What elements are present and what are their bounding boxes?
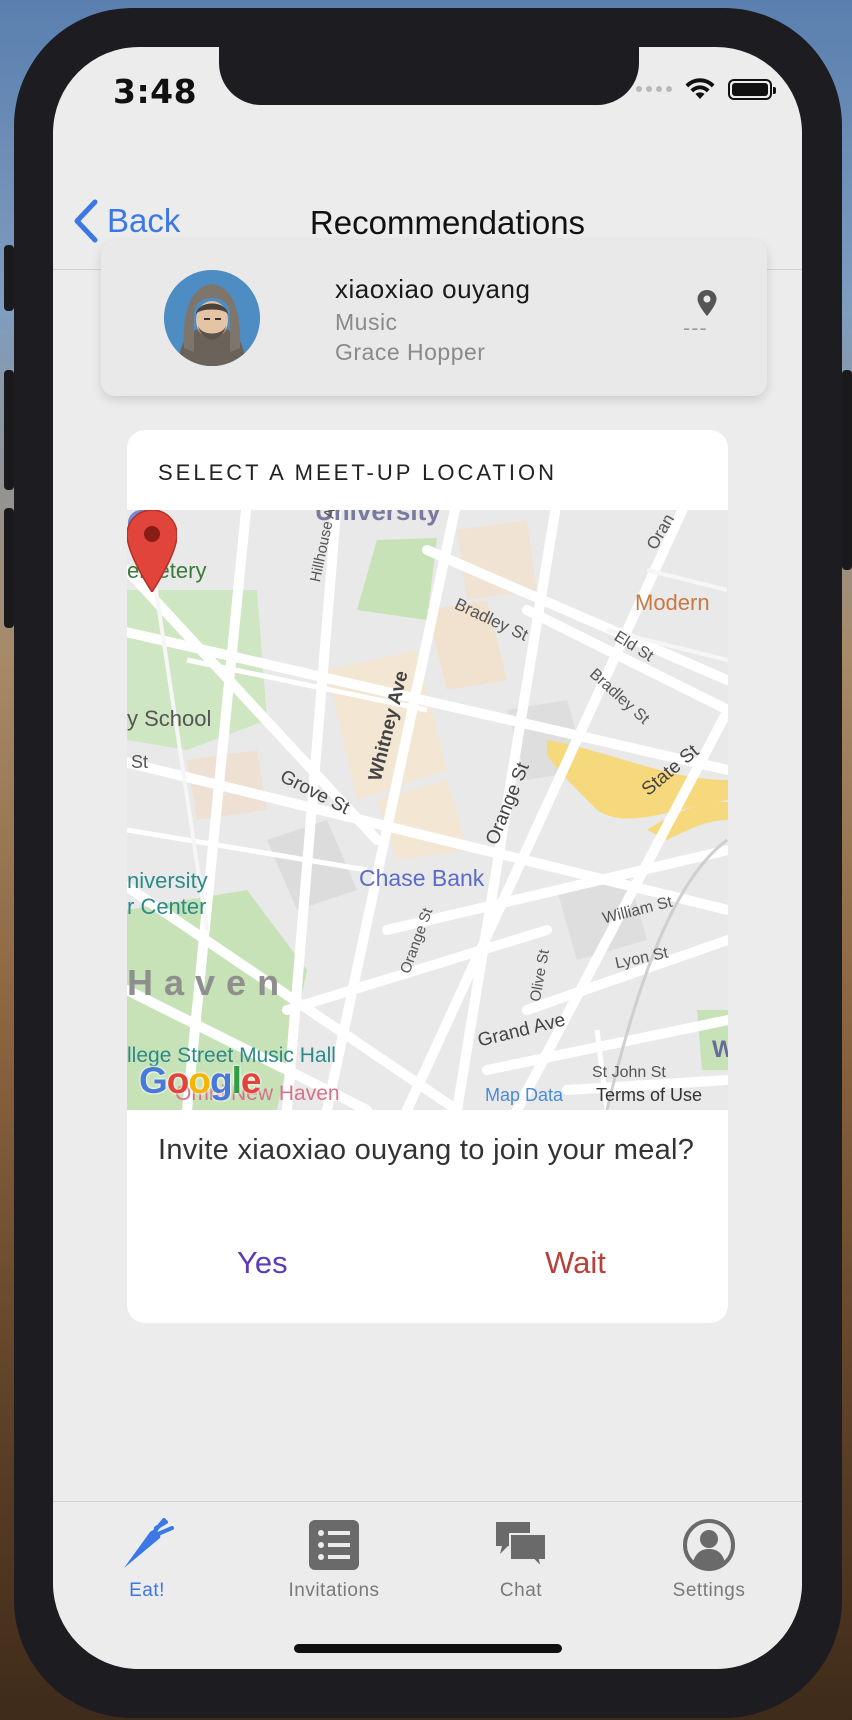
map-label-university-center-1: niversity	[127, 868, 208, 893]
profile-major: Music	[335, 309, 398, 335]
hooded-user-icon	[164, 270, 260, 366]
side-button-power	[842, 370, 852, 570]
invite-prompt: Invite xiaoxiao ouyang to join your meal…	[158, 1134, 695, 1166]
yes-button[interactable]: Yes	[237, 1245, 288, 1281]
side-button-silent	[4, 245, 14, 311]
user-circle-icon	[683, 1519, 735, 1571]
notch	[219, 47, 639, 105]
dialog-title: SELECT A MEET-UP LOCATION	[158, 460, 557, 485]
map-label-chase-bank: Chase Bank	[359, 865, 485, 891]
terms-of-use-link[interactable]: Terms of Use	[596, 1085, 702, 1106]
distance-label: ---	[683, 316, 708, 340]
battery-icon	[728, 78, 776, 100]
map-label-w-right: W	[712, 1036, 728, 1063]
map-label-haven: Haven	[127, 962, 291, 1003]
map-label-st-left: St	[131, 752, 149, 772]
tab-settings-label: Settings	[672, 1580, 746, 1601]
list-icon	[309, 1520, 359, 1570]
carrot-icon	[124, 1518, 174, 1568]
map-label-modern: Modern	[635, 590, 710, 615]
chat-bubbles-icon	[496, 1522, 547, 1572]
tab-chat[interactable]: Chat	[446, 1518, 596, 1602]
profile-school: Grace Hopper	[335, 339, 486, 365]
map-label-st-john-st: St John St	[592, 1064, 666, 1081]
map-label-university-center-2: r Center	[127, 894, 207, 919]
meetup-location-dialog: SELECT A MEET-UP LOCATION University eme…	[127, 430, 728, 1323]
side-button-volume-up	[4, 370, 14, 490]
status-time: 3:48	[113, 72, 198, 111]
tab-invitations[interactable]: Invitations	[259, 1518, 409, 1602]
avatar	[164, 270, 260, 366]
location-pin-icon	[697, 290, 717, 316]
status-icons	[636, 77, 776, 101]
side-button-volume-down	[4, 508, 14, 628]
wait-button[interactable]: Wait	[545, 1245, 606, 1281]
map-view[interactable]: University St emetery Hillhouse Ave Brad…	[127, 510, 728, 1110]
map-label-school: y School	[127, 706, 212, 731]
profile-name: xiaoxiao ouyang	[335, 274, 531, 304]
profile-card[interactable]: xiaoxiao ouyang Music Grace Hopper ---	[101, 240, 767, 396]
tab-settings[interactable]: Settings	[634, 1518, 784, 1602]
phone-screen: 3:48 Back Recommendations xiaoxiao ouyan…	[53, 47, 802, 1669]
google-logo: Google	[139, 1060, 261, 1101]
wifi-icon	[685, 78, 715, 99]
phone-frame: 3:48 Back Recommendations xiaoxiao ouyan…	[4, 8, 852, 1718]
tab-eat[interactable]: Eat!	[72, 1518, 222, 1602]
tab-invitations-label: Invitations	[288, 1580, 380, 1601]
home-indicator[interactable]	[294, 1644, 562, 1653]
tab-eat-label: Eat!	[129, 1580, 165, 1601]
cellular-signal-icon	[636, 86, 672, 92]
selected-location-pin-icon[interactable]	[127, 510, 177, 592]
tab-chat-label: Chat	[499, 1580, 543, 1601]
page-title: Recommendations	[309, 204, 586, 241]
map-data-link[interactable]: Map Data	[485, 1085, 563, 1106]
